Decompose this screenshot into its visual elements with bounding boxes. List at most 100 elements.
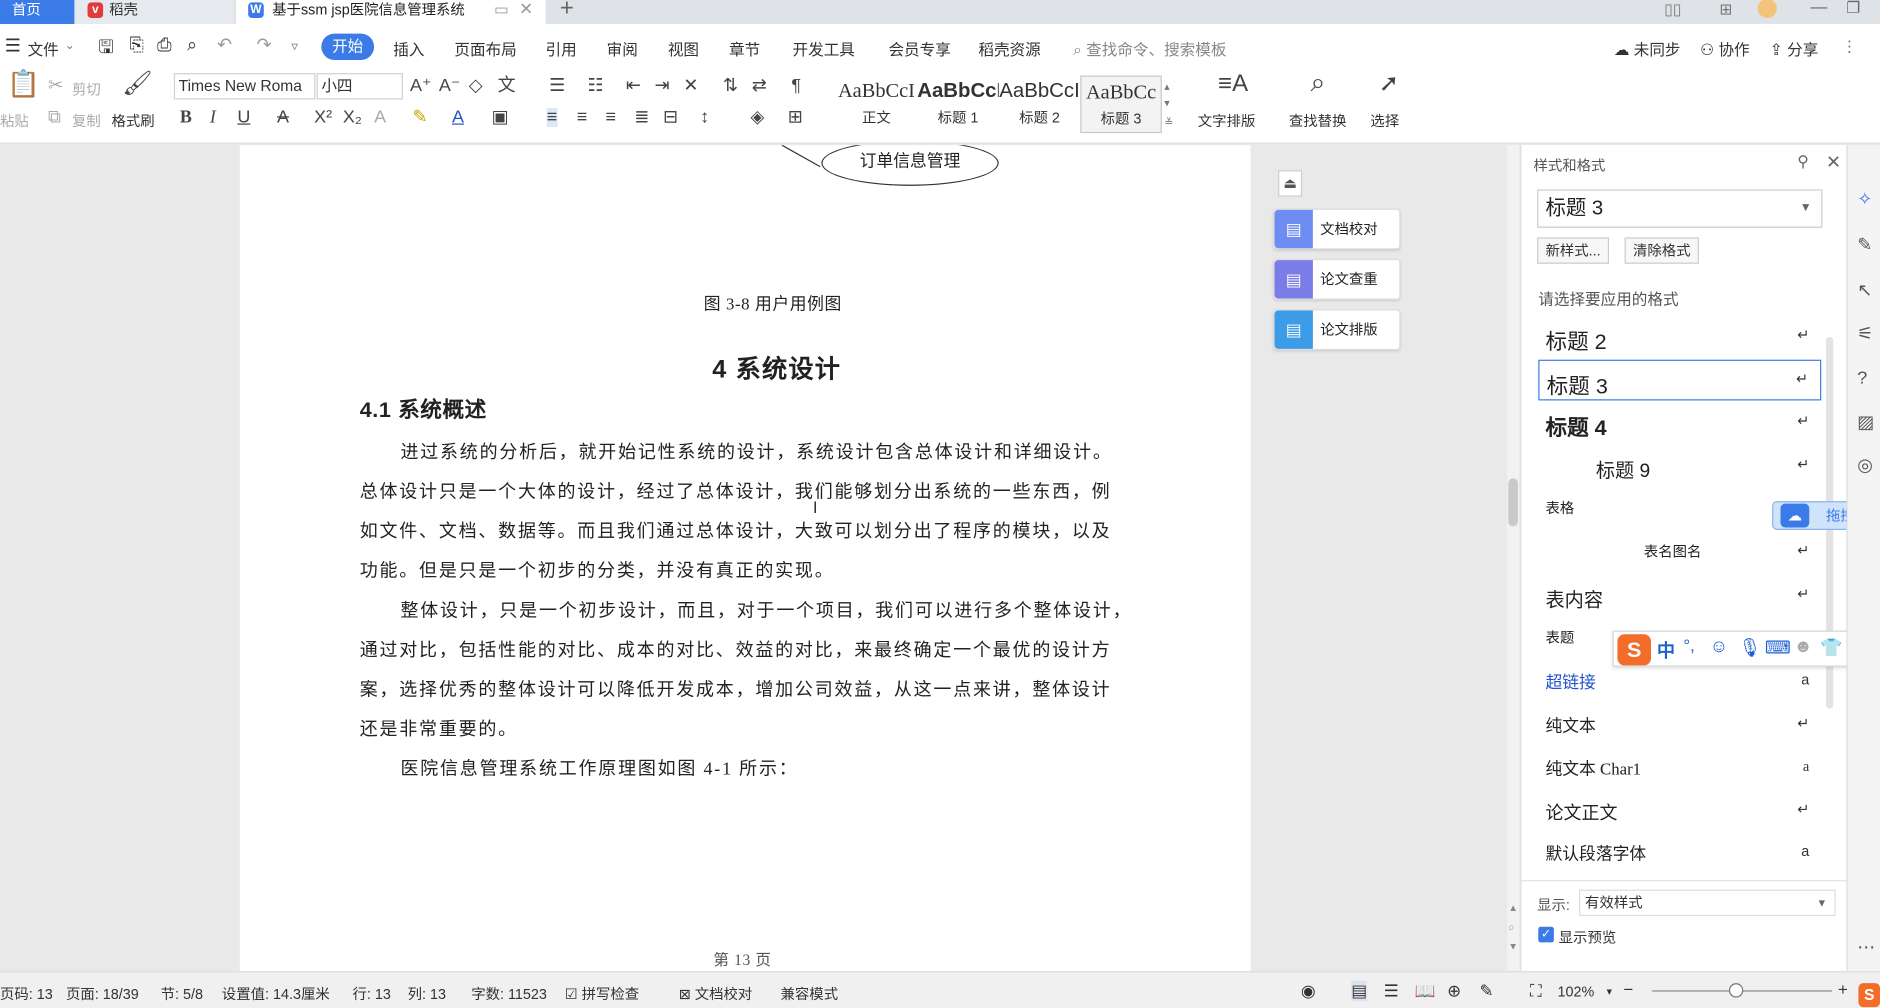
italic-icon[interactable]: I [210,108,216,127]
copy-button[interactable]: 复制 [72,110,101,130]
pin-panel-icon[interactable]: ⚲ [1797,152,1808,171]
bold-icon[interactable]: B [180,108,192,127]
edit-icon[interactable]: ✎ [1857,234,1872,255]
font-shrink-icon[interactable]: A⁻ [439,76,461,96]
select-button[interactable]: 选择 [1370,110,1399,130]
style-list-item[interactable]: 纯文本 ↵ [1538,705,1821,746]
thesis-layout-side-button[interactable]: ▤ 论文排版 [1273,309,1401,351]
skin-icon[interactable]: 👕 [1820,637,1842,658]
paste-button[interactable]: 粘贴 [0,110,29,130]
current-style-select[interactable]: 标题 3 ▼ [1537,189,1823,228]
highlight-icon[interactable]: ✎ [412,107,427,127]
show-marks-icon[interactable]: ¶ [791,76,801,96]
line-spacing-icon[interactable]: ↕ [700,107,709,127]
status-row[interactable]: 行: 13 [353,983,391,1003]
borders-icon[interactable]: ⊞ [788,107,803,127]
menu-tab-section[interactable]: 章节 [729,37,760,60]
text-direction-icon[interactable]: ⇅ [723,76,738,96]
subscript-icon[interactable]: X₂ [343,107,362,127]
status-col[interactable]: 列: 13 [408,983,446,1003]
align-center-icon[interactable]: ≡ [577,107,588,127]
phonetic-icon[interactable]: 文 [498,76,516,96]
close-panel-icon[interactable]: ✕ [1826,151,1841,172]
format-painter-icon[interactable]: 🖌 [122,72,152,96]
superscript-icon[interactable]: X² [314,107,332,127]
font-size-select[interactable]: 小四 [316,73,403,100]
find-replace-button[interactable]: 查找替换 [1289,110,1347,130]
microphone-icon[interactable]: 🎙 [1739,637,1762,658]
style-heading1[interactable]: AaBbCcI 标题 1 [917,76,999,134]
web-view-icon[interactable]: ⊕ [1447,981,1461,1001]
paste-icon[interactable]: 📋 [7,70,40,96]
decrease-indent-icon[interactable]: ⇤ [626,76,641,96]
outline-view-icon[interactable]: ☰ [1384,981,1399,1001]
print-icon[interactable]: ⎙ [157,35,171,55]
status-section[interactable]: 节: 5/8 [161,983,203,1003]
increase-indent-icon[interactable]: ⇥ [655,76,670,96]
status-page-code[interactable]: 页码: 13 [0,983,53,1003]
spell-check-button[interactable]: ☑ 拼写检查 [565,983,639,1003]
align-right-icon[interactable]: ≡ [605,107,616,127]
style-list-item[interactable]: 标题 4 ↵ [1538,403,1821,444]
status-page[interactable]: 页面: 18/39 [66,983,139,1003]
style-heading3[interactable]: AaBbCc 标题 3 [1080,75,1162,134]
font-color-icon[interactable]: A [452,107,464,127]
more-icon[interactable]: ⋮ [1842,37,1858,56]
style-normal[interactable]: AaBbCcI 正文 [836,76,918,134]
wps-assistant-icon[interactable]: S [1858,983,1880,1008]
menu-file[interactable]: 文件 [28,37,59,60]
justify-icon[interactable]: ≣ [634,107,649,127]
sort-icon[interactable]: ⇄ [752,76,767,96]
redo-icon[interactable]: ↷ [257,34,272,55]
customize-toolbar-icon[interactable]: ▿ [291,38,298,54]
clear-format-button[interactable]: 清除格式 [1624,237,1699,264]
save-icon[interactable]: 🖫 [98,35,113,65]
sogou-logo-icon[interactable]: S [1617,634,1651,666]
panel-title[interactable]: 样式和格式 [1533,155,1605,175]
minimize-icon[interactable]: — [1810,0,1827,16]
tab-home[interactable]: 首页 [0,0,75,24]
status-words[interactable]: 字数: 11523 [471,983,547,1003]
plagiarism-side-button[interactable]: ▤ 论文查重 [1273,258,1401,300]
settings-sliders-icon[interactable]: ⚟ [1857,323,1873,344]
new-style-button[interactable]: 新样式... [1537,237,1610,264]
style-list-item[interactable]: 标题 2 ↵ [1538,317,1821,358]
fit-page-icon[interactable]: ⛶ [1530,981,1542,1001]
ime-language[interactable]: 中 [1657,638,1675,663]
image-icon[interactable]: ▨ [1857,411,1874,432]
shading-icon[interactable]: ◈ [751,107,765,127]
next-page-icon[interactable]: ▼ [1508,941,1517,952]
write-view-icon[interactable]: ✎ [1480,981,1494,1001]
page-view-icon[interactable]: ▤ [1351,980,1368,1002]
apps-grid-icon[interactable]: ⊞ [1719,0,1732,19]
bullets-icon[interactable]: ☰ [549,76,565,96]
document-page[interactable]: 订单信息管理 图 3-8 用户用例图 4 系统设计 4.1 系统概述 进过系统的… [239,145,1251,972]
menu-tab-daoke-resources[interactable]: 稻壳资源 [978,37,1040,60]
menu-tab-view[interactable]: 视图 [668,37,699,60]
prev-page-icon[interactable]: ▲ [1508,903,1517,914]
vertical-scrollbar[interactable]: ▲ ○ ▼ [1507,145,1520,972]
style-list-item-selected[interactable]: 标题 3 ↵ [1538,359,1822,401]
status-setting[interactable]: 设置值: 14.3厘米 [222,983,330,1003]
text-effect-icon[interactable]: A [374,107,386,127]
show-filter-select[interactable]: 有效样式 ▼ [1579,889,1836,917]
pointer-icon[interactable]: ↖ [1857,279,1872,301]
zoom-slider-thumb[interactable] [1728,983,1744,998]
magic-icon[interactable]: ✧ [1857,188,1872,209]
zoom-in-icon[interactable]: + [1838,980,1848,999]
style-list-item[interactable]: 默认段落字体 a [1538,833,1821,874]
eye-protection-icon[interactable]: ◉ [1301,981,1316,1001]
menu-tab-page-layout[interactable]: 页面布局 [454,37,516,60]
align-left-icon[interactable]: ≡ [546,107,558,128]
pin-icon[interactable]: ▭ [494,0,509,19]
sync-status[interactable]: ☁ 未同步 [1614,37,1681,60]
close-tab-icon[interactable]: ✕ [519,0,533,19]
reading-view-icon[interactable]: 📖 [1415,981,1436,1001]
menu-tab-review[interactable]: 审阅 [607,37,638,60]
styles-scroll-down-icon[interactable]: ▾ [1164,94,1169,113]
style-list-item[interactable]: 论文正文 ↵ [1538,791,1821,832]
print-preview-icon[interactable]: ⌕ [187,35,197,55]
clear-format-icon[interactable]: ◇ [469,76,483,96]
format-painter-button[interactable]: 格式刷 [112,110,155,130]
menu-tab-member[interactable]: 会员专享 [888,37,950,60]
